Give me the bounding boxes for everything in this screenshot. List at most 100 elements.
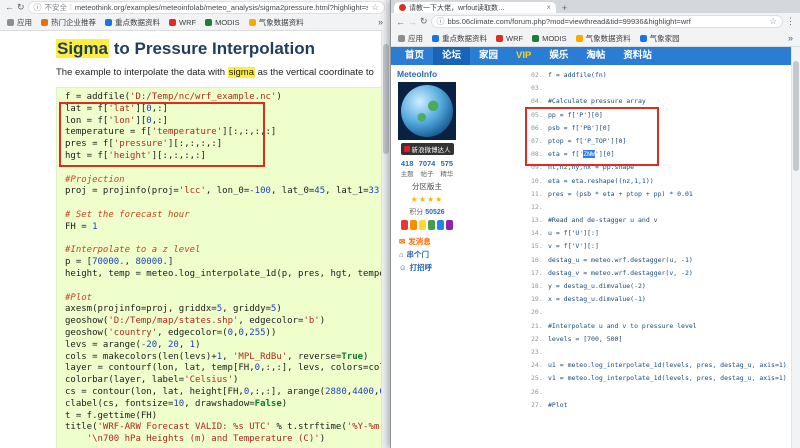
line-number: 03.: [531, 82, 548, 95]
forum-nav-item[interactable]: VIP: [507, 47, 540, 65]
bookmarks-overflow-icon[interactable]: »: [378, 17, 383, 27]
post-code-line: 03.: [531, 82, 800, 95]
bookmark-favicon: [532, 35, 539, 42]
code-line: title('WRF-ARW Forecast VALID: %s UTC' %…: [65, 422, 390, 434]
bookmark-star-icon[interactable]: ☆: [371, 2, 379, 13]
scrollbar-thumb[interactable]: [383, 44, 389, 154]
profile-action-link[interactable]: ⌂串个门: [399, 249, 432, 260]
refresh-icon[interactable]: ↻: [420, 16, 428, 27]
menu-icon[interactable]: ⋮: [786, 16, 795, 27]
close-tab-icon[interactable]: ×: [546, 3, 551, 12]
weibo-badge: 新浪微博达人: [401, 143, 454, 155]
forum-nav-item[interactable]: 资料站: [614, 47, 661, 65]
stat-value: 7074: [419, 159, 436, 168]
line-number: 27.: [531, 399, 548, 412]
bookmark-label: MODIS: [215, 18, 240, 27]
stat-item[interactable]: 7074帖子: [419, 159, 436, 178]
line-text: ptop = f['P_TOP'][0]: [548, 137, 626, 145]
line-number: 05.: [531, 109, 548, 122]
line-number: 13.: [531, 214, 548, 227]
action-label: 发消息: [408, 236, 431, 247]
intro-before: The example to interpolate the data with: [56, 67, 228, 78]
tab-title: 请教一下大佬，wrfout读取数…: [409, 3, 543, 13]
post-code-line: 16.destag_u = meteo.wrf.destagger(u, -1): [531, 254, 800, 267]
left-page-scrollbar[interactable]: [381, 30, 390, 448]
bookmark-item[interactable]: 气象数据资料: [249, 17, 304, 28]
bookmark-star-icon[interactable]: ☆: [769, 16, 777, 27]
back-icon[interactable]: ←: [5, 2, 14, 12]
bookmark-item[interactable]: 气象家园: [640, 33, 680, 44]
security-label: 不安全: [45, 2, 68, 13]
refresh-icon[interactable]: ↻: [17, 2, 25, 13]
forum-nav-item[interactable]: 娱乐: [540, 47, 577, 65]
forum-nav-item[interactable]: 首页: [396, 47, 433, 65]
medal-icon: [437, 220, 444, 230]
stat-item[interactable]: 575精华: [440, 159, 453, 178]
bookmark-item[interactable]: 应用: [398, 33, 423, 44]
profile-action-link[interactable]: ☺打招呼: [399, 262, 432, 273]
bookmark-label: 气象数据资料: [259, 17, 304, 28]
bookmark-item[interactable]: 重点数据资料: [432, 33, 487, 44]
user-stats: 418主题 7074帖子 575精华: [401, 159, 454, 178]
medals: [401, 220, 453, 230]
bookmark-item[interactable]: MODIS: [205, 18, 240, 27]
bookmark-label: WRF: [506, 34, 523, 43]
line-number: 15.: [531, 240, 548, 253]
scrollbar-thumb[interactable]: [793, 61, 799, 171]
line-text: y = destag_u.dimvalue(-2): [548, 282, 646, 290]
code-line: #Interpolate to a z level: [65, 245, 390, 257]
code-line: # Set the forecast hour: [65, 210, 390, 222]
post-code-line: 19.x = destag_u.dimvalue(-1): [531, 293, 800, 306]
bookmarks-overflow-icon[interactable]: »: [788, 33, 793, 43]
bookmark-label: 气象数据资料: [586, 33, 631, 44]
profile-action-link[interactable]: ✉发消息: [399, 236, 432, 247]
forum-nav-item[interactable]: 淘帖: [577, 47, 614, 65]
forward-icon[interactable]: →: [408, 17, 417, 27]
stat-value: 575: [441, 159, 454, 168]
bookmark-item[interactable]: 热门企业推荐: [41, 17, 96, 28]
line-number: 22.: [531, 333, 548, 346]
bookmark-item[interactable]: 应用: [7, 17, 32, 28]
right-bookmarks-bar: 应用重点数据资料 WRF MODIS 气象数据资料气象家园 »: [391, 30, 800, 47]
code-line: '\n700 hPa Heights (m) and Temperature (…: [65, 434, 390, 446]
line-text: destag_v = meteo.wrf.destagger(v, -2): [548, 269, 693, 277]
right-address-bar[interactable]: ⓘ bbs.06climate.com/forum.php?mod=viewth…: [431, 15, 783, 28]
score-value: 50526: [425, 209, 444, 216]
line-number: 20.: [531, 306, 548, 319]
new-tab-button[interactable]: +: [562, 3, 567, 13]
post-code-line: 20.: [531, 306, 800, 319]
code-line: f = addfile('D:/Temp/nc/wrf_example.nc'): [65, 92, 390, 104]
action-label: 打招呼: [410, 262, 433, 273]
bookmark-item[interactable]: WRF: [496, 34, 523, 43]
right-page-scrollbar[interactable]: [791, 47, 800, 448]
stat-item[interactable]: 418主题: [401, 159, 414, 178]
bookmark-item[interactable]: WRF: [169, 18, 196, 27]
tab-strip: 请教一下大佬，wrfout读取数… × +: [391, 0, 800, 13]
page-info-icon[interactable]: ⓘ: [437, 16, 445, 27]
bookmark-item[interactable]: 重点数据资料: [105, 17, 160, 28]
bookmark-item[interactable]: MODIS: [532, 34, 567, 43]
back-icon[interactable]: ←: [396, 17, 405, 27]
stat-label: 帖子: [421, 168, 434, 178]
medal-icon: [410, 220, 417, 230]
site-favicon: [399, 4, 406, 11]
forum-nav-item[interactable]: 论坛: [433, 47, 470, 65]
bookmark-item[interactable]: 气象数据资料: [576, 33, 631, 44]
code-line: FH = 1: [65, 222, 390, 234]
code-line: cols = makecolors(len(levs)+1, 'MPL_RdBu…: [65, 352, 390, 364]
post-code-line: 05.pp = f['P'][0]: [531, 109, 800, 122]
bookmark-favicon: [496, 35, 503, 42]
line-number: 09.: [531, 161, 548, 174]
user-avatar[interactable]: [398, 82, 456, 140]
post-code-line: 24.u1 = meteo.log_interpolate_1d(levels,…: [531, 359, 800, 372]
line-text: #Read and de-stagger u and v: [548, 216, 658, 224]
active-tab[interactable]: 请教一下大佬，wrfout读取数… ×: [394, 2, 556, 13]
left-address-bar[interactable]: ⓘ 不安全 | meteothink.org/examples/meteoinf…: [28, 1, 385, 14]
code-line: [65, 198, 390, 210]
weibo-badge-label: 新浪微博达人: [412, 144, 451, 154]
forum-nav-item[interactable]: 家园: [470, 47, 507, 65]
forum-thread: MeteoInfo 新浪微博达人 418主题7074帖子575精华 分区版主 ★…: [391, 65, 800, 412]
page-info-icon[interactable]: ⓘ: [34, 2, 42, 13]
username-link[interactable]: MeteoInfo: [395, 69, 437, 79]
code-line: geoshow('D:/Temp/map/states.shp', edgeco…: [65, 316, 390, 328]
